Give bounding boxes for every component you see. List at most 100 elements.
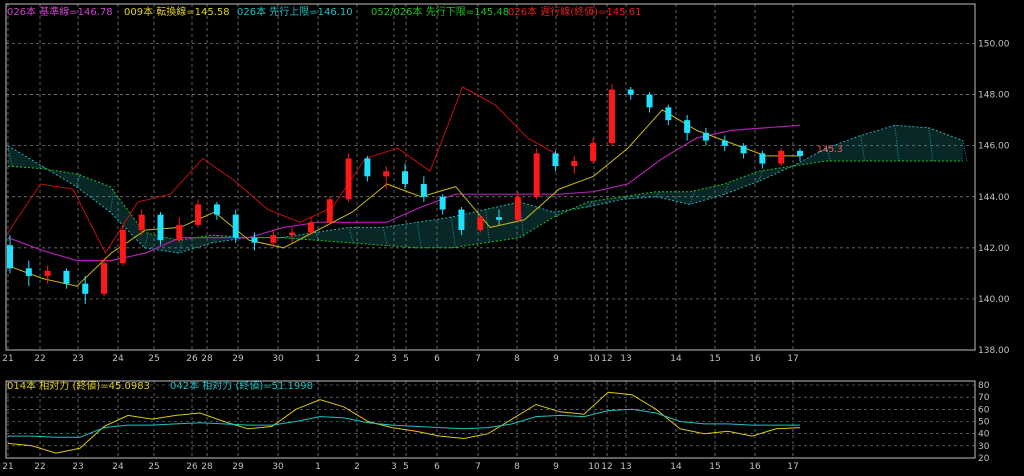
- x-tick-label-sub: 30: [272, 462, 284, 472]
- candle-body: [44, 270, 51, 276]
- candle-body: [533, 153, 540, 197]
- legend-kijun: 026本 基準線=146.78: [7, 5, 113, 18]
- x-tick-label: 12: [601, 354, 612, 364]
- candle-body: [7, 245, 13, 269]
- x-tick-label-sub: 16: [749, 462, 761, 472]
- legend-senkou-a: 026本 先行上限=146.10: [237, 5, 353, 18]
- x-tick-label: 24: [112, 354, 124, 364]
- candle-body: [195, 204, 202, 225]
- x-tick-label-sub: 1: [315, 462, 321, 472]
- candle-body: [514, 196, 521, 220]
- candle-body: [119, 229, 126, 264]
- candle-body: [721, 140, 728, 146]
- x-tick-label-sub: 2: [354, 462, 360, 472]
- candle-body: [646, 94, 653, 108]
- candle-body: [251, 237, 258, 243]
- candle-body: [232, 214, 239, 238]
- x-tick-label-sub: 26: [186, 462, 198, 472]
- x-tick-label: 17: [787, 354, 798, 364]
- x-tick-label-sub: 8: [514, 462, 520, 472]
- x-tick-label-sub: 21: [2, 462, 13, 472]
- candle-body: [684, 120, 691, 133]
- y-tick-label: 144.00: [978, 193, 1010, 203]
- candle-body: [477, 217, 484, 230]
- main-legend: 026本 基準線=146.78 009本 転換線=145.58 026本 先行上…: [7, 5, 641, 18]
- legend-rsi14: 014本 相対力 (終値)=45.0983: [7, 379, 150, 392]
- x-tick-label-sub: 9: [553, 462, 559, 472]
- candle-body: [590, 143, 597, 162]
- y-tick-label: 146.00: [978, 142, 1010, 152]
- y-tick-label: 138.00: [978, 346, 1010, 356]
- y-tick-label-sub: 20: [978, 454, 990, 464]
- x-tick-label-sub: 3: [391, 462, 397, 472]
- legend-tenkan: 009本 転換線=145.58: [124, 5, 230, 18]
- x-tick-label: 22: [34, 354, 45, 364]
- legend-rsi42: 042本 相対力 (終値)=51.1998: [170, 379, 313, 392]
- candle-body: [702, 132, 709, 141]
- x-tick-label-sub: 22: [34, 462, 45, 472]
- x-tick-label-sub: 28: [201, 462, 213, 472]
- candle-body: [402, 171, 408, 184]
- x-tick-label: 16: [749, 354, 761, 364]
- x-tick-label: 30: [272, 354, 284, 364]
- candle-body: [82, 283, 89, 294]
- x-tick-label-sub: 12: [601, 462, 612, 472]
- candle-body: [101, 263, 108, 294]
- candle-body: [364, 158, 371, 177]
- x-tick-label: 5: [403, 354, 409, 364]
- y-tick-label: 150.00: [978, 40, 1010, 50]
- x-tick-label-sub: 25: [148, 462, 159, 472]
- candle-body: [138, 214, 145, 230]
- x-tick-label: 15: [709, 354, 720, 364]
- candle-body: [627, 89, 634, 95]
- candle-body: [439, 196, 446, 210]
- candle-body: [326, 199, 333, 223]
- candle-body: [759, 153, 766, 164]
- x-tick-label: 28: [201, 354, 213, 364]
- x-tick-label-sub: 17: [787, 462, 798, 472]
- y-tick-label-sub: 50: [978, 418, 990, 428]
- x-tick-label: 1: [315, 354, 321, 364]
- y-tick-label: 142.00: [978, 244, 1010, 254]
- y-tick-label-sub: 70: [978, 393, 990, 403]
- y-tick-label: 140.00: [978, 295, 1010, 305]
- x-tick-label: 2: [354, 354, 360, 364]
- candle-body: [383, 171, 390, 177]
- candle-body: [496, 217, 503, 220]
- candle-body: [797, 150, 803, 156]
- candle-body: [25, 268, 32, 276]
- x-tick-label-sub: 7: [475, 462, 481, 472]
- candle-body: [571, 161, 578, 167]
- candle-body: [176, 224, 183, 241]
- indicator-lines: [7, 86, 964, 287]
- x-tick-label: 8: [514, 354, 520, 364]
- y-tick-label-sub: 30: [978, 442, 990, 452]
- candle-body: [63, 270, 70, 284]
- x-tick-label-sub: 13: [620, 462, 631, 472]
- y-tick-label-sub: 40: [978, 430, 990, 440]
- x-tick-label-sub: 29: [232, 462, 244, 472]
- candle-body: [778, 150, 785, 164]
- ichimoku-chart: 2121222223232424252526262828292930301122…: [2, 3, 1010, 472]
- x-tick-label: 10: [588, 354, 600, 364]
- x-tick-label: 21: [2, 354, 13, 364]
- x-tick-label: 23: [72, 354, 83, 364]
- candle-body: [213, 204, 220, 215]
- candle-body: [740, 145, 747, 154]
- x-tick-label-sub: 15: [709, 462, 720, 472]
- x-tick-label: 26: [186, 354, 198, 364]
- x-tick-label-sub: 14: [670, 462, 682, 472]
- chart-window: 21 21 22 22 23 23 24 24 25 25 26 26 28 28 29 29 30 30 1 1 2 2…: [0, 0, 1024, 476]
- y-tick-label: 148.00: [978, 91, 1010, 101]
- candle-body: [307, 222, 314, 233]
- rsi14-line: [7, 391, 801, 454]
- candle-body: [157, 214, 164, 241]
- main-panel-frame: [5, 3, 976, 351]
- x-tick-label-sub: 5: [403, 462, 409, 472]
- x-tick-label-sub: 10: [588, 462, 600, 472]
- candle-body: [289, 232, 296, 236]
- x-tick-label: 25: [148, 354, 159, 364]
- x-tick-label: 29: [232, 354, 244, 364]
- x-tick-label: 7: [475, 354, 481, 364]
- candle-body: [552, 153, 559, 167]
